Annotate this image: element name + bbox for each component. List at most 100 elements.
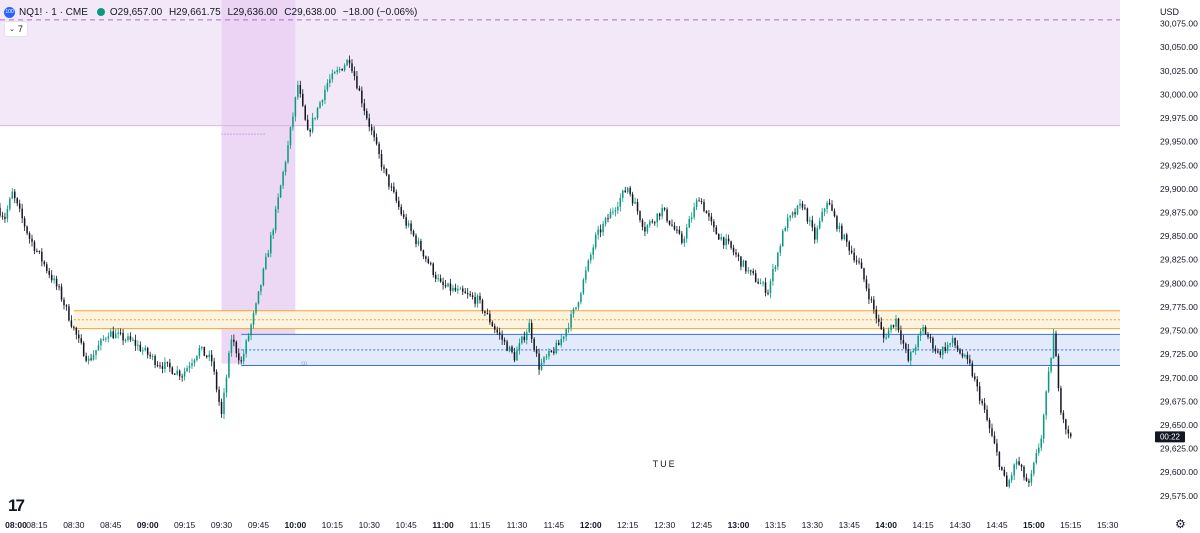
candle-body: [75, 327, 78, 335]
candle-body: [580, 293, 582, 303]
candle: [149, 351, 151, 360]
candle: [474, 292, 476, 308]
candle-body: [777, 252, 779, 267]
currency-selector[interactable]: USD: [1160, 7, 1179, 17]
price-chart[interactable]: NWOG6/14Pre FPFVG6/23 8:32FPFVG6/23 9:38…: [0, 0, 1200, 533]
high-value: H29,661.75: [168, 6, 221, 18]
candle-body: [688, 219, 690, 228]
candle-body: [506, 341, 508, 351]
candle-body: [479, 295, 481, 301]
candle: [658, 212, 661, 221]
candle: [476, 293, 479, 308]
candle-body: [324, 89, 326, 101]
candle-body: [878, 318, 880, 322]
indicator-count: 7: [17, 24, 23, 34]
candle-body: [991, 428, 993, 436]
candle-body: [535, 349, 538, 354]
candle-body: [6, 208, 9, 219]
candle-body: [356, 76, 358, 89]
candle: [220, 398, 223, 418]
candle: [466, 288, 469, 299]
candle: [1062, 410, 1065, 424]
candle: [36, 248, 38, 253]
candle-body: [686, 227, 688, 239]
candle-body: [112, 331, 114, 339]
candle: [380, 149, 383, 171]
price-axis[interactable]: 30,075.00 30,050.00 30,025.00 30,000.00 29,9…: [1120, 0, 1200, 533]
market-open-icon: [96, 8, 105, 16]
candle-body: [60, 286, 63, 300]
candle: [890, 324, 892, 333]
time-tick-label: 13:30: [802, 520, 824, 530]
candle: [740, 255, 742, 271]
candle: [119, 328, 122, 336]
candle-body: [220, 401, 223, 414]
symbol-label[interactable]: NQ1! · 1 · CME: [19, 7, 88, 18]
time-tick-label: 08:00: [5, 520, 27, 530]
time-tick-label: 09:45: [248, 520, 270, 530]
candle-body: [543, 357, 545, 363]
candle-body: [555, 342, 558, 354]
candle-body: [213, 361, 215, 372]
candle-body: [880, 321, 882, 330]
time-tick-label: 09:30: [211, 520, 233, 530]
candle-body: [1050, 358, 1052, 372]
candle: [46, 262, 48, 274]
price-tick-label: 29,575.00: [1160, 491, 1198, 501]
candle: [479, 292, 481, 304]
gear-icon[interactable]: ⚙: [1175, 517, 1186, 531]
candle-body: [489, 313, 491, 323]
candle: [75, 326, 78, 340]
time-tick-label: 10:45: [396, 520, 418, 530]
tradingview-logo-icon[interactable]: 17: [8, 496, 25, 516]
candle-body: [966, 354, 969, 360]
candle-body: [821, 211, 823, 221]
candle-body: [395, 192, 398, 201]
candle-body: [658, 213, 661, 217]
candle-body: [447, 283, 449, 287]
candle-body: [681, 233, 683, 243]
candle: [754, 269, 757, 283]
candle-body: [678, 229, 681, 234]
time-axis[interactable]: 08:00 08:15 08:30 08:45 09:00 09:15 09:30 09:45…: [0, 514, 1200, 533]
candle-body: [107, 336, 110, 339]
time-tick-label: 14:45: [986, 520, 1008, 530]
candle-body: [80, 338, 82, 343]
candle-body: [1038, 447, 1040, 453]
candle: [809, 216, 811, 226]
candle: [1060, 385, 1062, 416]
indicator-collapse-button[interactable]: ⌄ 7: [4, 21, 28, 37]
exchange-badge-icon[interactable]: 100: [4, 6, 15, 18]
candle-body: [449, 283, 452, 291]
candle: [604, 216, 607, 227]
candle: [178, 369, 181, 380]
candle: [577, 301, 580, 311]
candle-body: [149, 354, 151, 357]
candle-body: [735, 252, 737, 255]
candle-body: [875, 309, 878, 319]
candle: [100, 337, 102, 351]
candle-body: [1025, 477, 1028, 481]
candle-body: [452, 287, 454, 291]
time-tick-label: 13:45: [839, 520, 861, 530]
candle: [48, 267, 50, 279]
price-tick-label: 30,000.00: [1160, 89, 1198, 99]
candle-body: [521, 336, 523, 344]
candle-body: [400, 206, 402, 215]
candle: [142, 347, 144, 356]
candle: [991, 423, 993, 438]
candle: [169, 358, 171, 373]
candle: [976, 376, 978, 392]
candle-body: [895, 318, 897, 327]
candle-body: [287, 145, 289, 163]
candle: [105, 337, 107, 343]
candle: [417, 237, 420, 247]
candle: [582, 278, 585, 295]
candle: [9, 196, 11, 212]
candle-body: [609, 211, 612, 219]
candle-body: [1020, 464, 1023, 467]
candle: [95, 349, 97, 360]
candle-body: [105, 338, 107, 340]
candle-body: [572, 309, 575, 315]
candle: [597, 225, 599, 240]
